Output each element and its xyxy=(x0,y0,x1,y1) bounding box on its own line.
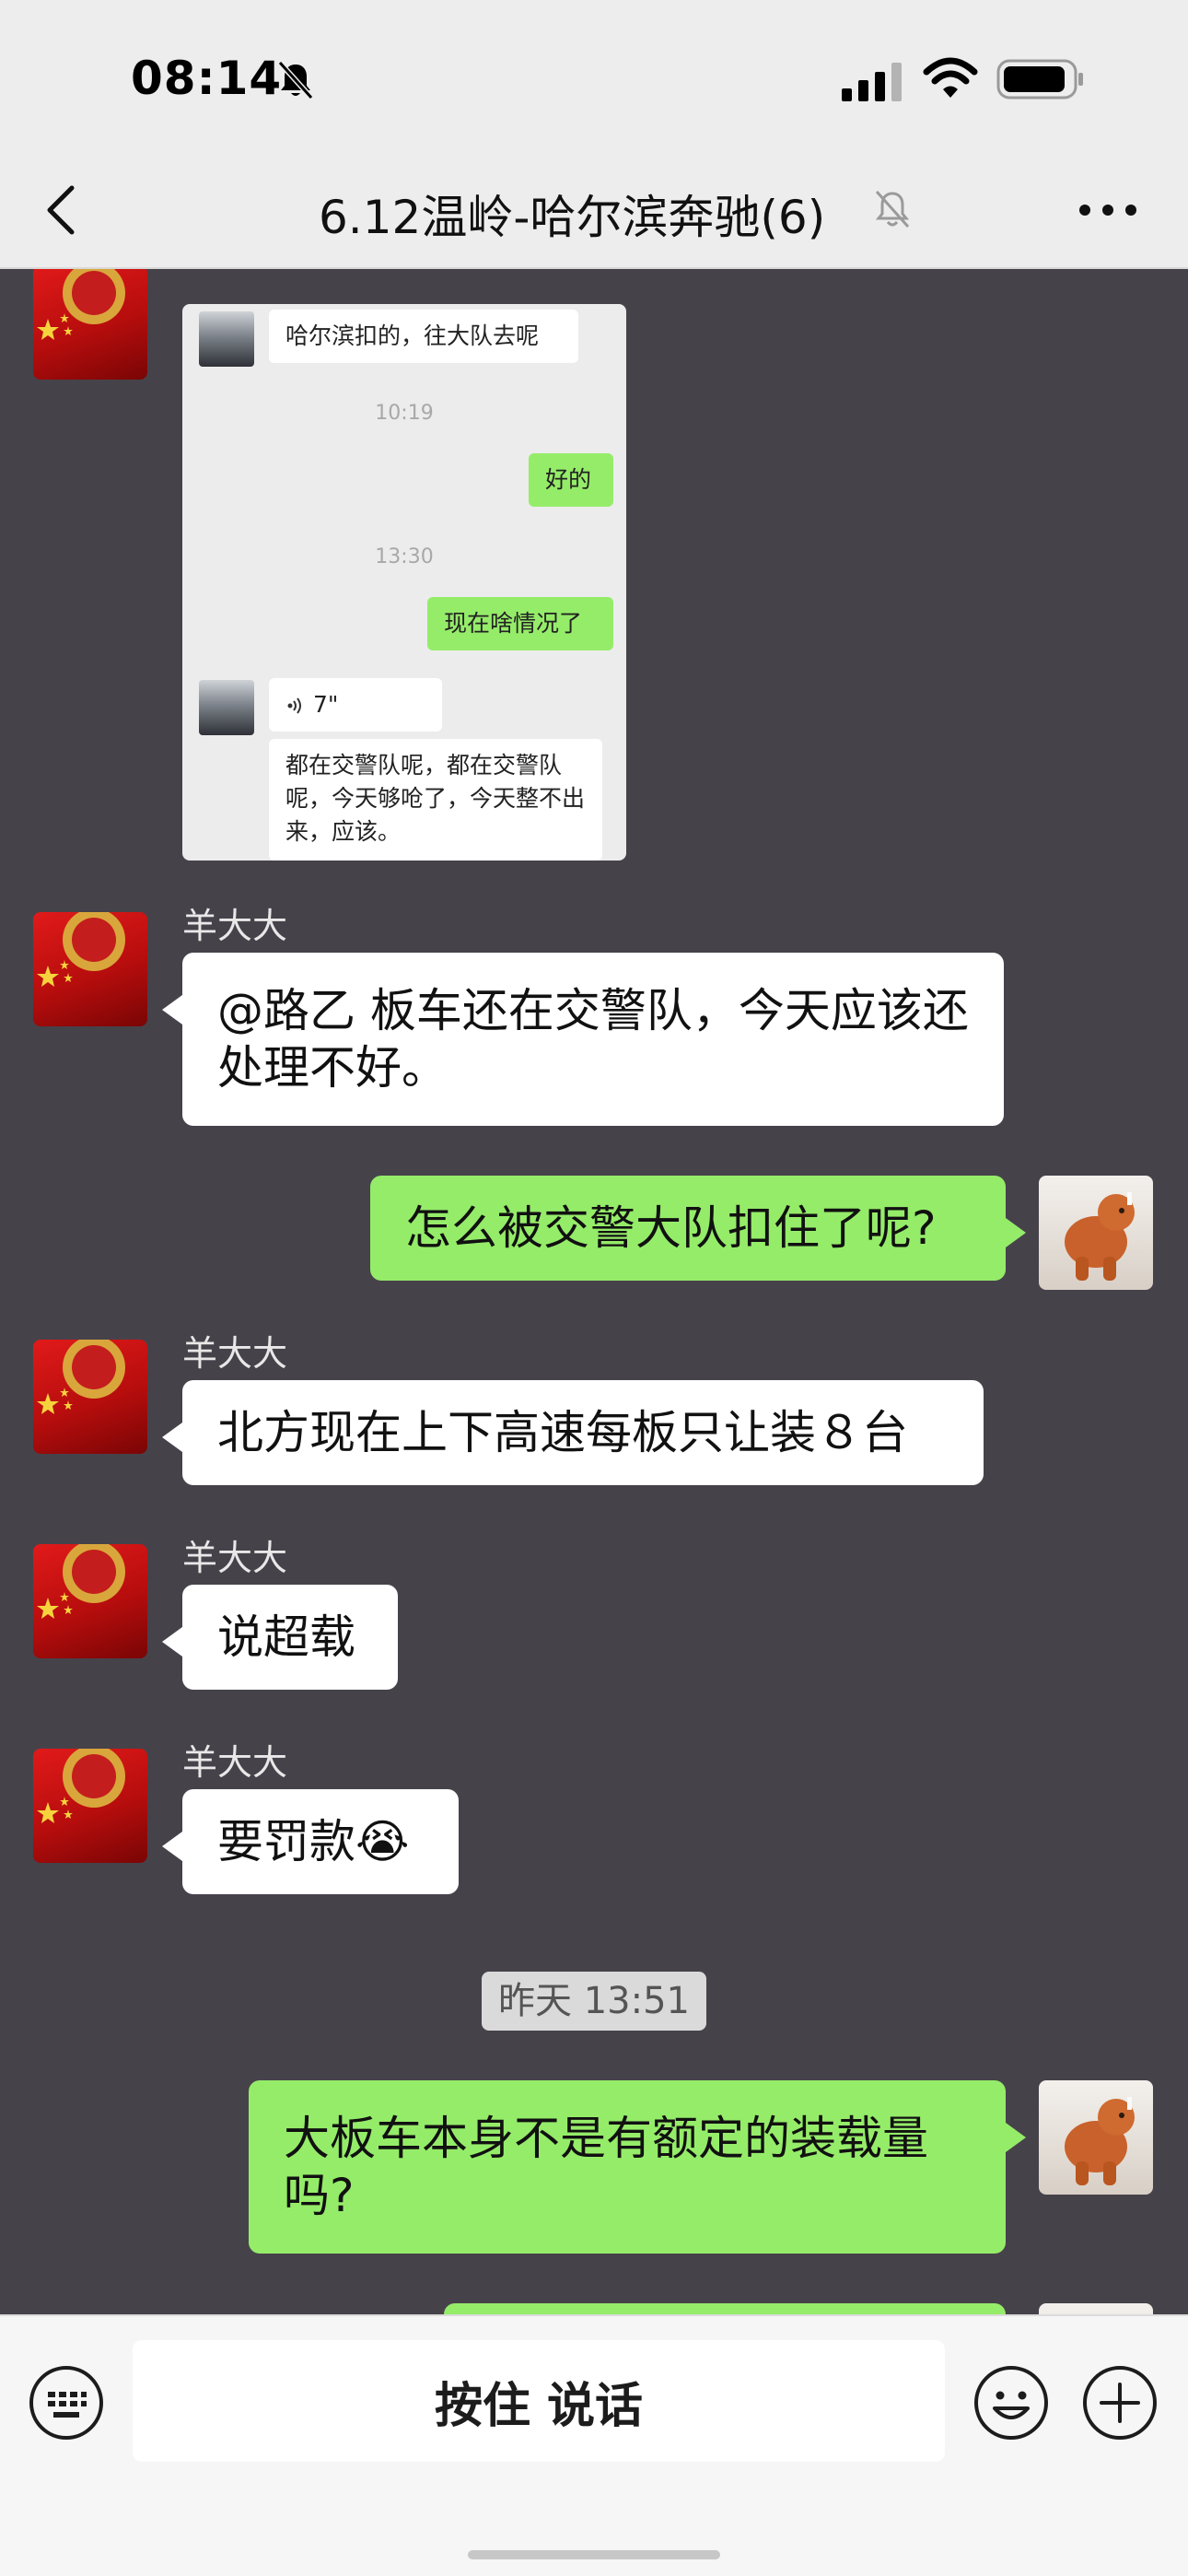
outgoing-message-partial[interactable] xyxy=(444,2303,1006,2314)
message-text: @路乙 板车还在交警队，今天应该还处理不好。 xyxy=(217,984,969,1095)
emoji-icon[interactable] xyxy=(973,2364,1050,2441)
message-text: 大板车本身不是有额定的装载量吗? xyxy=(284,2112,928,2222)
keyboard-icon[interactable] xyxy=(28,2364,105,2441)
screenshot-voice-message: 7" xyxy=(269,678,442,732)
plus-icon[interactable] xyxy=(1081,2364,1159,2441)
cellular-signal-icon xyxy=(842,63,902,101)
incoming-message[interactable]: 说超载 xyxy=(162,1585,398,1690)
sender-name: 羊大大 xyxy=(182,1742,288,1783)
sender-name: 羊大大 xyxy=(182,1333,288,1374)
screenshot-message: 好的 xyxy=(529,453,613,507)
message-text: 要罚款😭 xyxy=(217,1815,410,1868)
sender-avatar[interactable] xyxy=(33,1749,147,1863)
outgoing-message[interactable]: 怎么被交警大队扣住了呢? xyxy=(370,1176,1026,1281)
national-emblem-icon xyxy=(37,1544,125,1619)
chat-title: 6.12温岭-哈尔滨奔驰(6) xyxy=(319,191,826,244)
screenshot-message: 都在交警队呢，都在交警队呢，今天够呛了，今天整不出来，应该。 xyxy=(269,739,602,861)
toy-cow-icon xyxy=(1065,2097,1135,2185)
self-avatar[interactable] xyxy=(1039,2303,1153,2314)
screenshot-message: 现在啥情况了 xyxy=(427,597,613,650)
voice-wave-icon xyxy=(287,697,301,714)
sender-name: 羊大大 xyxy=(182,906,288,946)
national-emblem-icon xyxy=(37,1340,125,1414)
message-text: 怎么被交警大队扣住了呢? xyxy=(405,1201,937,1255)
incoming-message[interactable]: @路乙 板车还在交警队，今天应该还处理不好。 xyxy=(162,953,1004,1126)
sender-avatar[interactable] xyxy=(33,269,147,380)
screenshot-message-text: 都在交警队呢，都在交警队呢，今天够呛了，今天整不出来，应该。 xyxy=(285,752,586,845)
sender-name: 羊大大 xyxy=(182,1538,288,1578)
screenshot-message-text: 好的 xyxy=(545,466,592,493)
hold-to-talk-button[interactable]: 按住 说话 xyxy=(133,2340,945,2462)
voice-duration: 7" xyxy=(312,691,339,718)
national-emblem-icon xyxy=(37,912,125,987)
back-chevron-icon[interactable] xyxy=(37,177,88,243)
incoming-message[interactable]: 北方现在上下高速每板只让装８台 xyxy=(162,1380,984,1485)
mute-bell-icon xyxy=(875,190,910,228)
national-emblem-icon xyxy=(37,1749,125,1823)
message-text: 北方现在上下高速每板只让装８台 xyxy=(217,1406,908,1459)
incoming-message[interactable]: 要罚款😭 xyxy=(162,1789,459,1894)
wifi-icon xyxy=(923,57,978,98)
sender-avatar[interactable] xyxy=(33,1544,147,1658)
screenshot-time: 10:19 xyxy=(375,402,434,425)
bell-muted-icon xyxy=(277,60,314,100)
outgoing-message[interactable]: 大板车本身不是有额定的装载量吗? xyxy=(249,2080,1026,2254)
sender-avatar[interactable] xyxy=(33,912,147,1026)
input-bar: 按住 说话 xyxy=(0,2314,1188,2576)
screenshot-avatar xyxy=(199,311,254,367)
battery-icon xyxy=(996,59,1083,100)
toy-cow-icon xyxy=(1065,1192,1135,1281)
home-indicator xyxy=(468,2550,720,2559)
screenshot-time: 13:30 xyxy=(375,545,434,568)
screenshot-message: 哈尔滨扣的，往大队去呢 xyxy=(269,310,578,363)
more-options-icon[interactable] xyxy=(1076,188,1140,232)
screenshot-message-text: 现在啥情况了 xyxy=(444,610,583,637)
self-avatar[interactable] xyxy=(1039,2080,1153,2195)
screenshot-avatar xyxy=(199,680,254,735)
sender-avatar[interactable] xyxy=(33,1340,147,1454)
timestamp-divider: 昨天 13:51 xyxy=(482,1972,706,2031)
message-text: 说超载 xyxy=(217,1610,355,1664)
top-area: 08:14 6.12温岭-哈尔滨奔驰(6) xyxy=(0,0,1188,269)
chat-message-list[interactable]: 哈尔滨扣的，往大队去呢 10:19 好的 13:30 现在啥情况了 7" 都在交… xyxy=(0,269,1188,2314)
self-avatar[interactable] xyxy=(1039,1176,1153,1290)
shared-screenshot-image[interactable]: 哈尔滨扣的，往大队去呢 10:19 好的 13:30 现在啥情况了 7" 都在交… xyxy=(182,304,626,861)
screenshot-message-text: 哈尔滨扣的，往大队去呢 xyxy=(285,322,540,349)
national-emblem-icon xyxy=(37,269,125,340)
status-time: 08:14 xyxy=(131,52,283,105)
